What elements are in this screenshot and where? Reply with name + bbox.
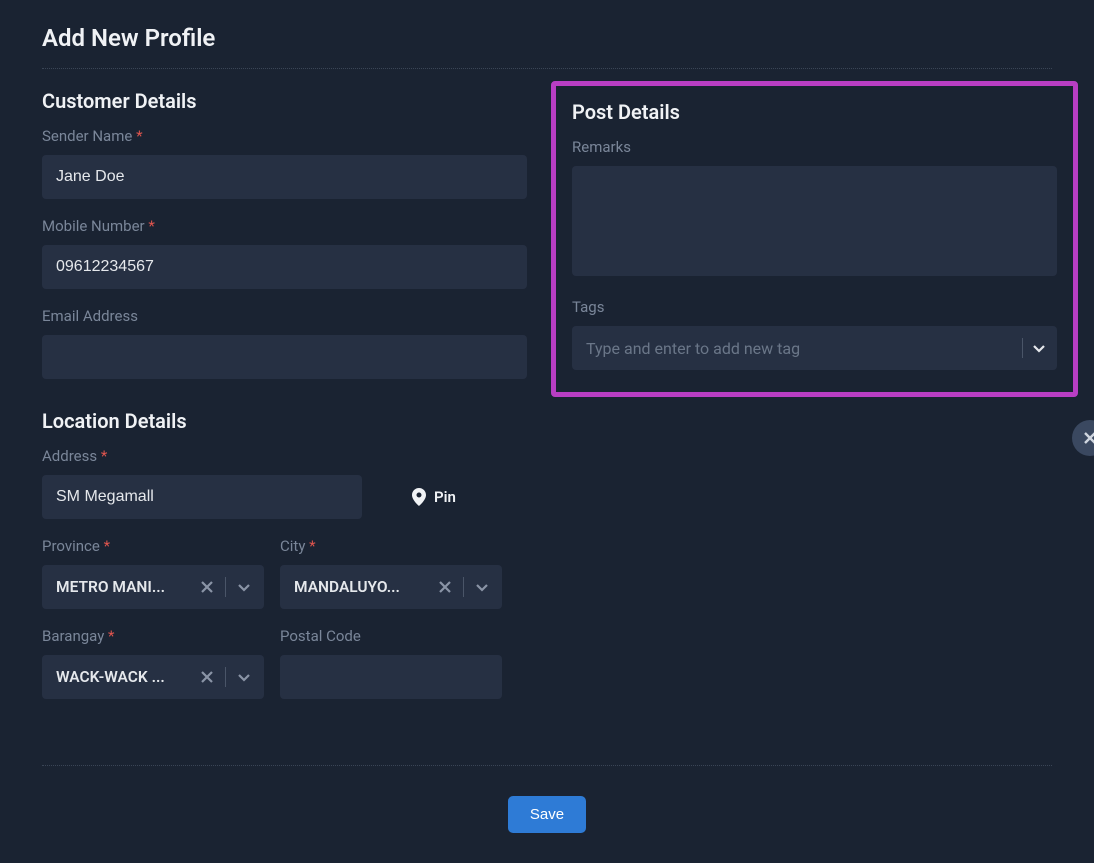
mobile-number-input[interactable] <box>42 245 527 289</box>
province-clear-icon[interactable] <box>197 577 217 597</box>
post-details-heading: Post Details <box>572 100 1057 124</box>
city-select[interactable]: MANDALUYO... <box>280 565 502 609</box>
city-label: City * <box>280 537 502 555</box>
tags-chevron-down-icon[interactable] <box>1031 340 1047 356</box>
address-label: Address * <box>42 447 527 465</box>
address-input[interactable] <box>42 475 362 519</box>
separator <box>463 577 464 597</box>
tags-select[interactable]: Type and enter to add new tag <box>572 326 1057 370</box>
barangay-select[interactable]: WACK-WACK ... <box>42 655 264 699</box>
customer-details-heading: Customer Details <box>42 89 527 113</box>
province-value: METRO MANI... <box>56 578 189 596</box>
province-label: Province * <box>42 537 264 555</box>
pin-button[interactable]: Pin <box>412 488 456 506</box>
postal-code-label: Postal Code <box>280 627 502 645</box>
barangay-label: Barangay * <box>42 627 264 645</box>
save-button[interactable]: Save <box>508 796 586 833</box>
separator <box>1022 338 1023 358</box>
separator <box>225 667 226 687</box>
tags-label: Tags <box>572 298 1057 316</box>
barangay-chevron-down-icon[interactable] <box>234 667 254 687</box>
barangay-clear-icon[interactable] <box>197 667 217 687</box>
post-details-highlight: Post Details Remarks Tags Type and enter… <box>551 81 1078 397</box>
sender-name-label: Sender Name * <box>42 127 527 145</box>
pin-icon <box>412 488 426 506</box>
barangay-value: WACK-WACK ... <box>56 668 189 686</box>
mobile-number-label: Mobile Number * <box>42 217 527 235</box>
city-clear-icon[interactable] <box>435 577 455 597</box>
tags-placeholder: Type and enter to add new tag <box>586 339 1014 358</box>
divider-top <box>42 68 1052 69</box>
email-label: Email Address <box>42 307 527 325</box>
page-title: Add New Profile <box>42 24 1052 52</box>
postal-code-input[interactable] <box>280 655 502 699</box>
sender-name-input[interactable] <box>42 155 527 199</box>
close-icon <box>1084 432 1094 444</box>
location-details-heading: Location Details <box>42 409 527 433</box>
city-chevron-down-icon[interactable] <box>472 577 492 597</box>
province-select[interactable]: METRO MANI... <box>42 565 264 609</box>
separator <box>225 577 226 597</box>
remarks-label: Remarks <box>572 138 1057 156</box>
divider-bottom <box>42 765 1052 766</box>
province-chevron-down-icon[interactable] <box>234 577 254 597</box>
city-value: MANDALUYO... <box>294 578 427 596</box>
pin-label: Pin <box>434 488 456 506</box>
email-input[interactable] <box>42 335 527 379</box>
remarks-input[interactable] <box>572 166 1057 276</box>
